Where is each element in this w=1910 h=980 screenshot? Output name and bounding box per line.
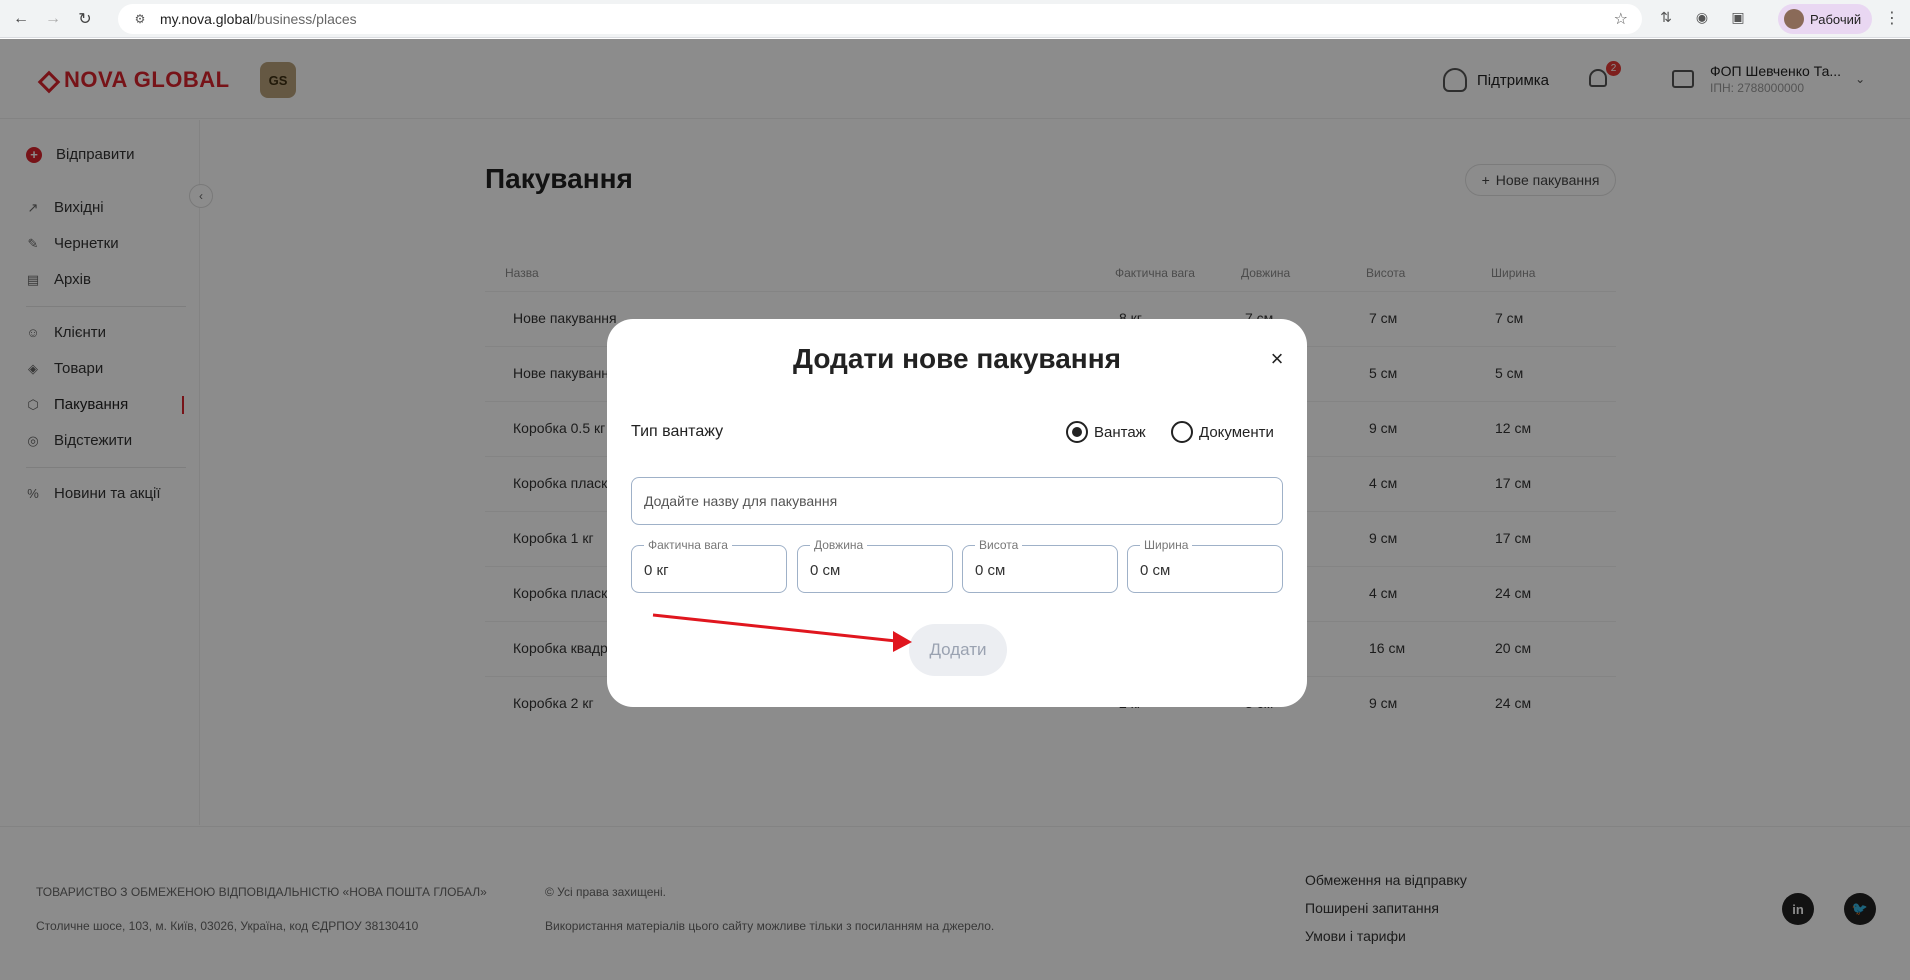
add-packaging-dialog: Додати нове пакування × Тип вантажу Вант… [607, 319, 1307, 707]
close-icon[interactable]: × [1267, 348, 1287, 370]
weight-field[interactable]: Фактична вага 0 кг [631, 538, 787, 593]
radio-documents[interactable]: Документи [1171, 421, 1274, 443]
length-field[interactable]: Довжина 0 см [797, 538, 953, 593]
add-button[interactable]: Додати [909, 624, 1007, 676]
bookmark-star-icon[interactable]: ☆ [1614, 9, 1628, 29]
url-path: /business/places [253, 11, 357, 27]
site-settings-icon[interactable]: ⚙ [130, 9, 150, 29]
radio-unchecked-icon [1171, 421, 1193, 443]
radio-cargo-label: Вантаж [1094, 423, 1146, 441]
extension-icon[interactable]: ⇅ [1655, 6, 1677, 28]
height-value: 0 см [975, 562, 1006, 579]
length-label: Довжина [810, 538, 868, 552]
forward-icon[interactable]: → [42, 8, 64, 30]
dialog-title: Додати нове пакування [793, 343, 1121, 374]
profile-button[interactable]: Рабочий [1778, 4, 1872, 34]
width-label: Ширина [1140, 538, 1193, 552]
radio-cargo[interactable]: Вантаж [1066, 421, 1146, 443]
radio-checked-icon [1066, 421, 1088, 443]
camera-icon[interactable]: ◉ [1691, 6, 1713, 28]
cargo-type-label: Тип вантажу [631, 423, 724, 440]
address-bar[interactable]: ⚙ my.nova.global/business/places ☆ [118, 4, 1642, 34]
puzzle-icon[interactable]: ▣ [1727, 6, 1749, 28]
width-value: 0 см [1140, 562, 1171, 579]
weight-value: 0 кг [644, 562, 669, 579]
extensions-area: ⇅ ◉ ▣ [1655, 6, 1749, 28]
height-label: Висота [975, 538, 1023, 552]
weight-label: Фактична вага [644, 538, 732, 552]
packaging-name-input[interactable]: Додайте назву для пакування [631, 477, 1283, 525]
height-field[interactable]: Висота 0 см [962, 538, 1118, 593]
avatar [1784, 9, 1804, 29]
back-icon[interactable]: ← [10, 8, 32, 30]
radio-documents-label: Документи [1199, 423, 1274, 441]
width-field[interactable]: Ширина 0 см [1127, 538, 1283, 593]
reload-icon[interactable]: ↻ [74, 8, 96, 30]
browser-toolbar: ← → ↻ ⚙ my.nova.global/business/places ☆… [0, 0, 1910, 38]
browser-menu-icon[interactable]: ⋮ [1884, 8, 1900, 28]
length-value: 0 см [810, 562, 841, 579]
profile-label: Рабочий [1810, 11, 1862, 27]
url-host: my.nova.global [160, 11, 254, 27]
